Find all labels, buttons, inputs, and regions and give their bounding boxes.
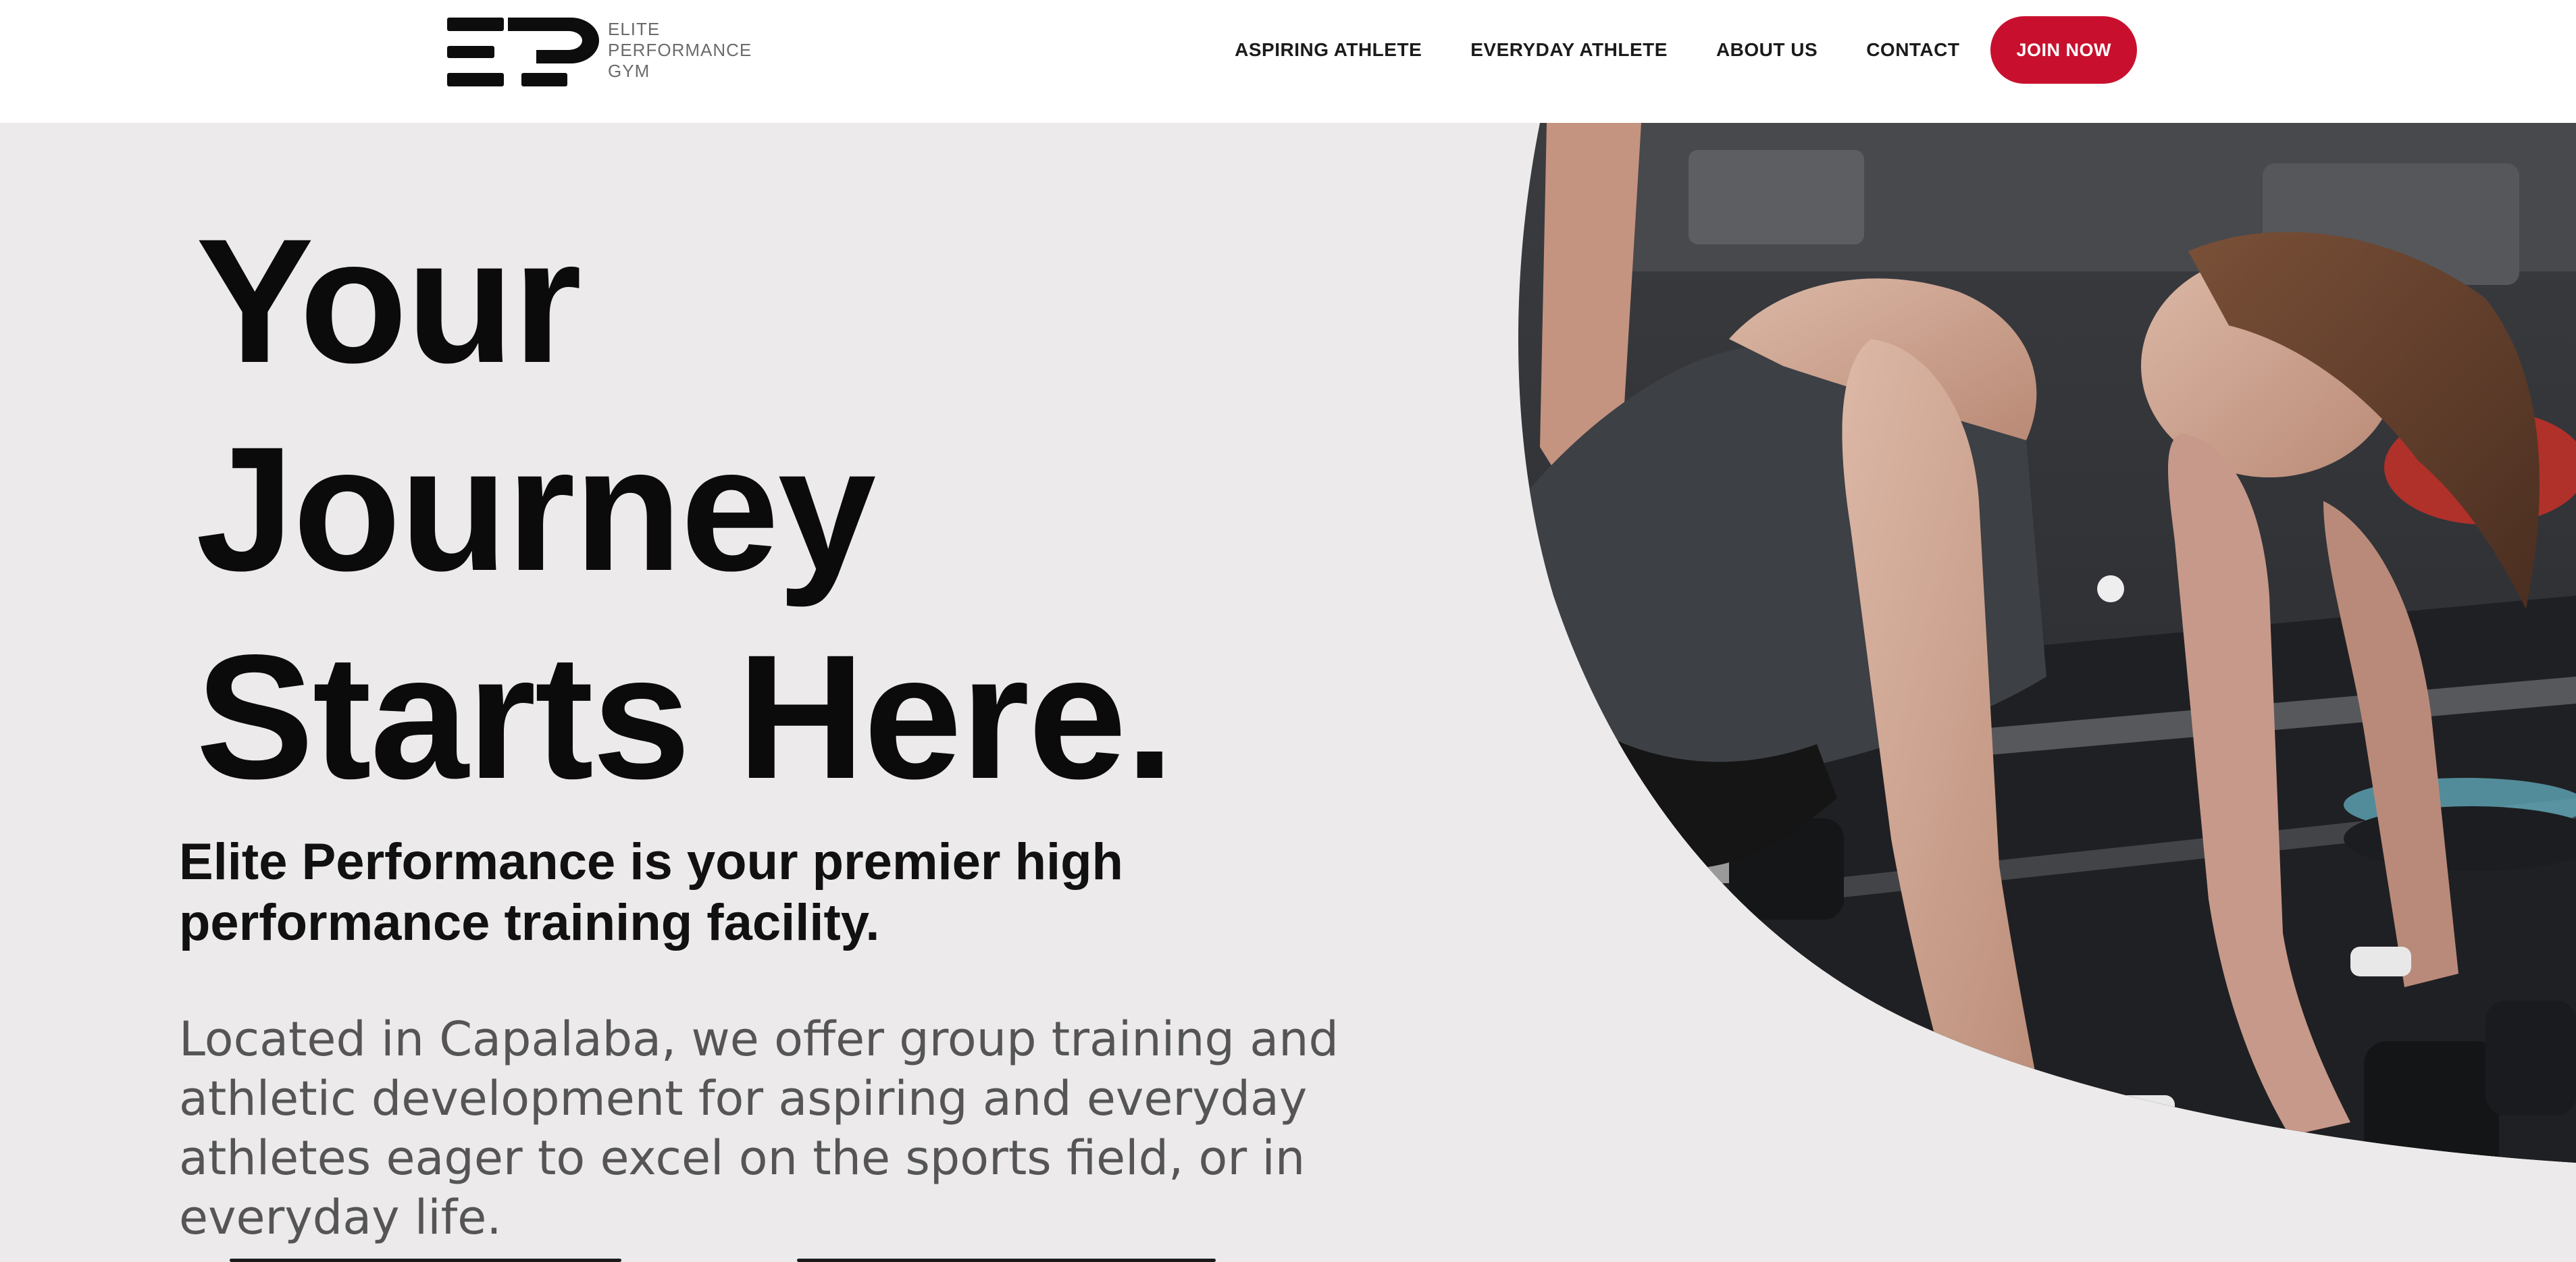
nav-aspiring-athlete[interactable]: ASPIRING ATHLETE [1235, 39, 1422, 61]
brand-logo[interactable]: ELITE PERFORMANCE GYM [446, 15, 756, 89]
nav-contact[interactable]: CONTACT [1866, 39, 1959, 61]
page: ELITE PERFORMANCE GYM ASPIRING ATHLETE E… [0, 0, 2576, 1262]
nav-everyday-athlete[interactable]: EVERYDAY ATHLETE [1470, 39, 1668, 61]
hero-section: Your Journey Starts Here. Elite Performa… [0, 123, 2576, 1262]
join-now-button[interactable]: JOIN NOW [1990, 16, 2137, 84]
hero-title-line-3: Starts Here. [196, 618, 1175, 816]
hero-subtitle: Elite Performance is your premier high p… [179, 833, 1123, 951]
hero-cta-button-1[interactable] [230, 1259, 621, 1262]
nav-about-us[interactable]: ABOUT US [1716, 39, 1818, 61]
ep-logo-mark-icon [447, 18, 599, 86]
brand-name: ELITE PERFORMANCE GYM [608, 19, 756, 82]
hero-description: Located in Capalaba, we offer group trai… [179, 1011, 1339, 1245]
brand-line-1: ELITE [608, 19, 661, 39]
brand-line-2: PERFORMANCE [608, 40, 752, 60]
hero-title-line-1: Your [196, 202, 582, 400]
hero-cta-button-2[interactable] [797, 1259, 1216, 1262]
hero-title-line-2: Journey [196, 410, 876, 608]
brand-line-3: GYM [608, 61, 650, 81]
hero-title: Your Journey Starts Here. [196, 197, 1175, 821]
main-nav: ASPIRING ATHLETE EVERYDAY ATHLETE ABOUT … [1186, 15, 2137, 85]
site-header: ELITE PERFORMANCE GYM ASPIRING ATHLETE E… [0, 0, 2576, 123]
